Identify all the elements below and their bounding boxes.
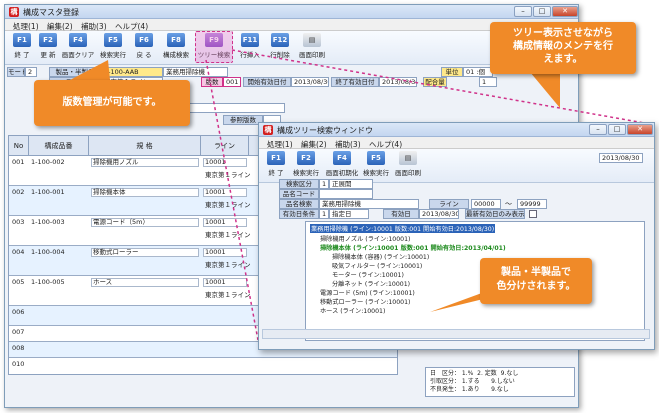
callout-color-coded: 製品・半製品で 色分けされます。 (480, 258, 592, 304)
callout-tree-display: ツリー表示させながら 構成情報のメンテを行 えます。 (490, 22, 636, 74)
callout-version-management: 版数管理が可能です。 (34, 80, 190, 126)
callout-tail-version (70, 60, 110, 80)
